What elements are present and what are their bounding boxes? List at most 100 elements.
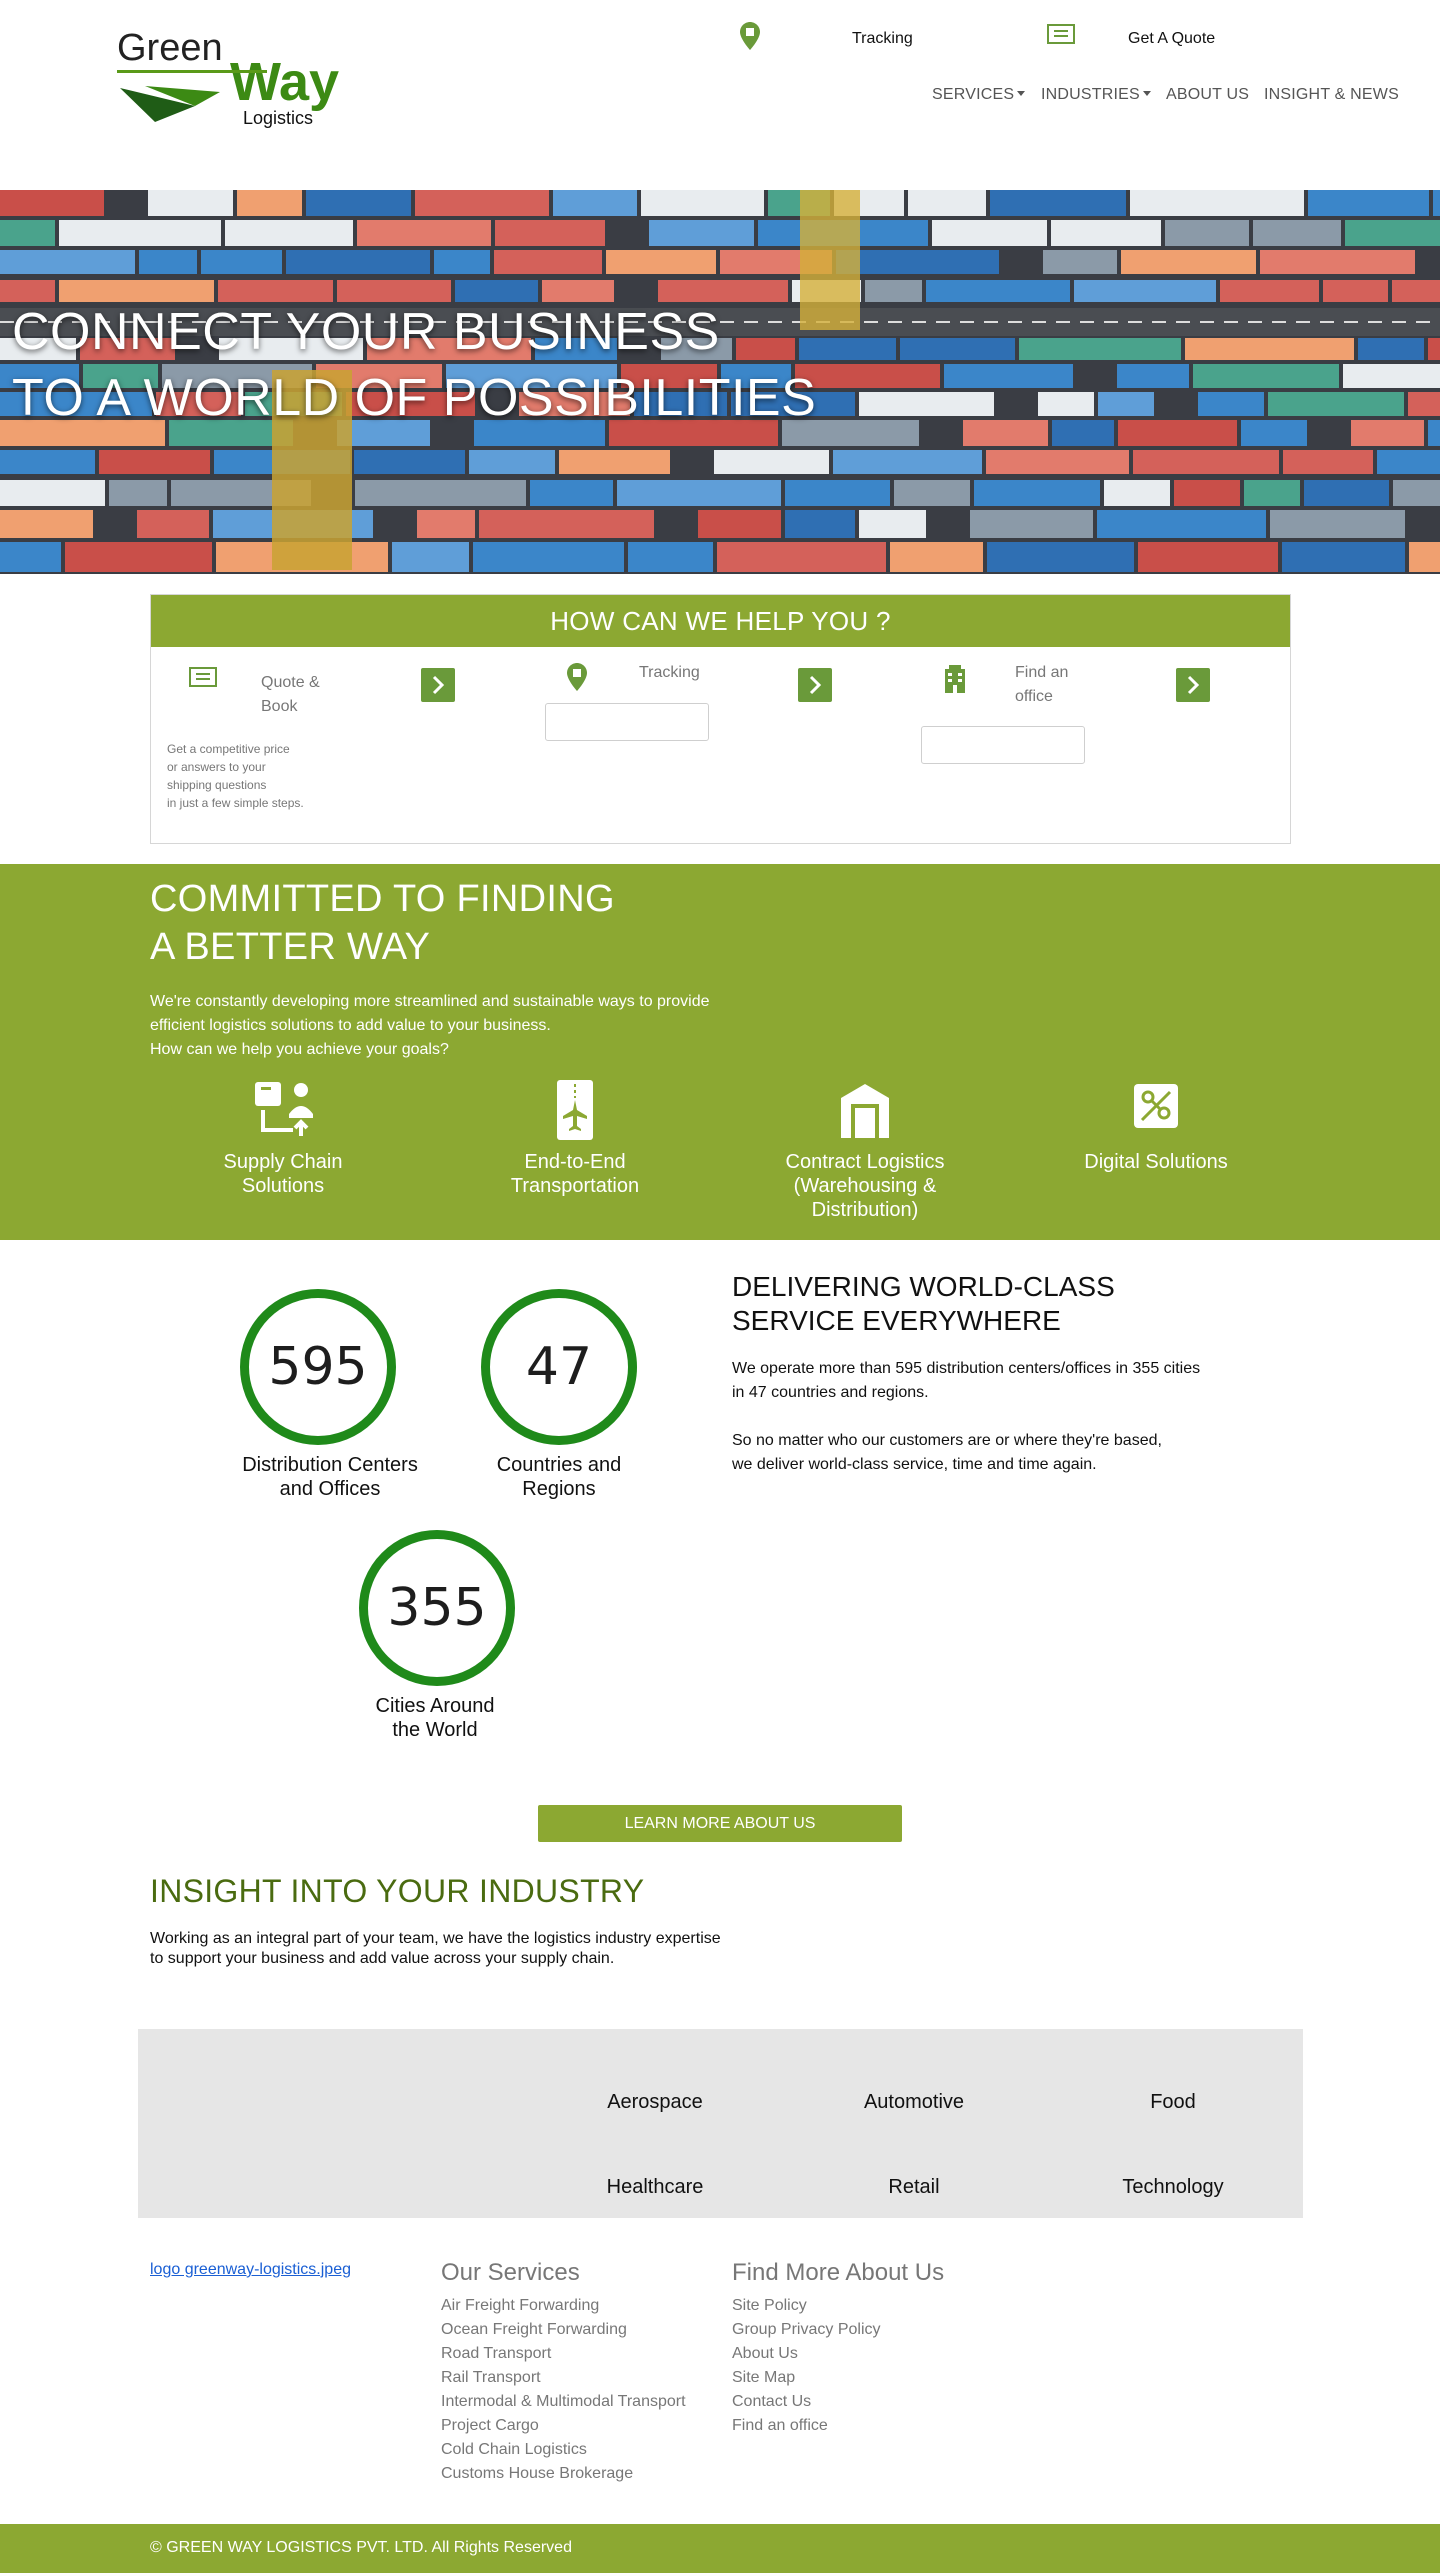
hero-title-line-1: CONNECT YOUR BUSINESS (12, 303, 720, 361)
nav-industries-label: INDUSTRIES (1041, 86, 1140, 103)
feature-digital-solutions[interactable]: Digital Solutions (1041, 1080, 1271, 1174)
stat-distribution-centers-label: Distribution Centers and Offices (210, 1453, 450, 1501)
footer-logo-broken-image[interactable]: logo greenway-logistics.jpeg (150, 2261, 351, 2279)
industry-retail[interactable]: Retail (814, 2176, 1014, 2199)
stat-label-line: Regions (522, 1478, 596, 1500)
industry-technology[interactable]: Technology (1073, 2176, 1273, 2199)
stat-label-line: Cities Around (375, 1695, 495, 1717)
committed-title-line-1: COMMITTED TO FINDING (150, 878, 615, 920)
nav-insight-news[interactable]: INSIGHT & NEWS (1264, 86, 1399, 104)
warehouse-icon (841, 1084, 889, 1138)
feature-supply-chain-label: Supply Chain Solutions (168, 1150, 398, 1198)
feature-transportation-label: End-to-End Transportation (460, 1150, 690, 1198)
footer-about-link[interactable]: Contact Us (732, 2393, 811, 2411)
footer-services-title: Our Services (441, 2259, 580, 2286)
industry-food[interactable]: Food (1073, 2091, 1273, 2114)
office-building-icon (944, 665, 966, 698)
chevron-right-icon (809, 675, 822, 695)
footer-service-link[interactable]: Ocean Freight Forwarding (441, 2321, 627, 2339)
nav-about-us[interactable]: ABOUT US (1166, 86, 1249, 104)
industries-panel: Aerospace Automotive Food Healthcare Ret… (138, 2029, 1303, 2218)
location-pin-icon[interactable] (740, 22, 760, 55)
footer-service-link[interactable]: Road Transport (441, 2345, 551, 2363)
tracking-go-button[interactable] (798, 668, 832, 702)
quote-book-go-button[interactable] (421, 668, 455, 702)
caret-down-icon (1017, 91, 1026, 97)
feature-digital-solutions-label: Digital Solutions (1041, 1150, 1271, 1174)
footer-about-link[interactable]: Site Map (732, 2369, 795, 2387)
delivering-title-line: SERVICE EVERYWHERE (732, 1305, 1061, 1336)
hero-title-line-2: TO A WORLD OF POSSIBILITIES (12, 369, 817, 427)
stat-distribution-centers-circle: 595 (240, 1289, 396, 1445)
delivering-text-line: we deliver world-class service, time and… (732, 1456, 1097, 1473)
delivering-text-line: in 47 countries and regions. (732, 1384, 929, 1401)
feature-supply-chain[interactable]: Supply Chain Solutions (168, 1080, 398, 1198)
feature-transportation[interactable]: End-to-End Transportation (460, 1080, 690, 1198)
caret-down-icon (1142, 91, 1151, 97)
feature-label-line: Digital Solutions (1084, 1151, 1228, 1173)
committed-section: COMMITTED TO FINDING A BETTER WAY We're … (0, 864, 1440, 1240)
chevron-right-icon (1187, 675, 1200, 695)
feature-label-line: Transportation (510, 1175, 640, 1197)
footer-about-link[interactable]: Group Privacy Policy (732, 2321, 881, 2339)
stat-countries-label: Countries and Regions (459, 1453, 659, 1501)
footer-about-link[interactable]: About Us (732, 2345, 798, 2363)
find-office-label-line: Find an (1015, 664, 1069, 681)
logo-text-logistics: Logistics (243, 108, 313, 128)
quote-desc-line: or answers to your (167, 760, 266, 774)
nav-services[interactable]: SERVICES (932, 86, 1026, 104)
find-office-label: Find an office (1015, 661, 1068, 709)
committed-description-line: We're constantly developing more streaml… (150, 993, 710, 1010)
header-tracking-link[interactable]: Tracking (852, 30, 913, 48)
delivering-paragraph-1: We operate more than 595 distribution ce… (732, 1357, 1200, 1405)
delivering-text-line: We operate more than 595 distribution ce… (732, 1360, 1201, 1377)
delivering-text-line: So no matter who our customers are or wh… (732, 1432, 1162, 1449)
greenway-logo[interactable]: Green Way Logistics (115, 22, 365, 137)
insight-description-line: Working as an integral part of your team… (150, 1930, 721, 1947)
footer-service-link[interactable]: Customs House Brokerage (441, 2465, 633, 2483)
office-location-input[interactable] (921, 726, 1085, 764)
quote-desc-line: in just a few simple steps. (167, 796, 304, 810)
tracking-number-input[interactable] (545, 703, 709, 741)
footer-service-link[interactable]: Project Cargo (441, 2417, 539, 2435)
logo-text-green: Green (117, 27, 223, 69)
stat-label-line: the World (392, 1719, 478, 1741)
chevron-right-icon (432, 675, 445, 695)
feature-label-line: Supply Chain (223, 1151, 343, 1173)
industry-healthcare[interactable]: Healthcare (555, 2176, 755, 2199)
footer-about-title: Find More About Us (732, 2259, 945, 2286)
industry-aerospace[interactable]: Aerospace (555, 2091, 755, 2114)
footer-about-link[interactable]: Find an office (732, 2417, 828, 2435)
nav-industries[interactable]: INDUSTRIES (1041, 86, 1151, 104)
hero-banner: CONNECT YOUR BUSINESS TO A WORLD OF POSS… (0, 190, 1440, 574)
footer-service-link[interactable]: Air Freight Forwarding (441, 2297, 599, 2315)
learn-more-button[interactable]: LEARN MORE ABOUT US (538, 1805, 902, 1842)
delivering-paragraph-2: So no matter who our customers are or wh… (732, 1429, 1162, 1477)
stat-cities-label: Cities Around the World (335, 1694, 535, 1742)
find-office-go-button[interactable] (1176, 668, 1210, 702)
quote-icon[interactable] (1047, 24, 1075, 51)
industry-automotive[interactable]: Automotive (814, 2091, 1014, 2114)
quote-book-label-line: Quote & (261, 674, 320, 691)
committed-description-line: efficient logistics solutions to add val… (150, 1017, 551, 1034)
feature-label-line: (Warehousing & (793, 1175, 937, 1197)
tracking-label: Tracking (639, 664, 700, 681)
footer-service-link[interactable]: Cold Chain Logistics (441, 2441, 587, 2459)
feature-label-line: Solutions (241, 1175, 325, 1197)
quote-book-description: Get a competitive price or answers to yo… (167, 740, 304, 812)
stat-label-line: and Offices (279, 1478, 381, 1500)
stat-label-line: Countries and (496, 1454, 622, 1476)
quote-book-icon (189, 667, 217, 694)
footer-bar: © GREEN WAY LOGISTICS PVT. LTD. All Righ… (0, 2524, 1440, 2573)
footer-service-link[interactable]: Intermodal & Multimodal Transport (441, 2393, 686, 2411)
supply-chain-icon (255, 1082, 313, 1136)
footer-service-link[interactable]: Rail Transport (441, 2369, 541, 2387)
quote-book-label-line: Book (261, 698, 298, 715)
delivering-title: DELIVERING WORLD-CLASS SERVICE EVERYWHER… (732, 1270, 1115, 1338)
insight-description-line: to support your business and add value a… (150, 1950, 615, 1967)
footer-about-link[interactable]: Site Policy (732, 2297, 807, 2315)
help-panel: HOW CAN WE HELP YOU ? Quote & Book Get a… (150, 594, 1291, 844)
header-get-quote-link[interactable]: Get A Quote (1128, 30, 1215, 48)
feature-contract-logistics[interactable]: Contract Logistics (Warehousing & Distri… (750, 1080, 980, 1222)
logo-text-way: Way (230, 52, 339, 112)
